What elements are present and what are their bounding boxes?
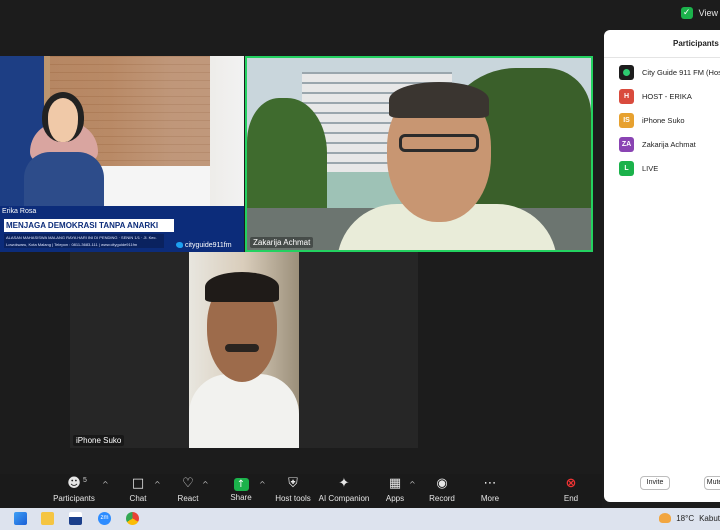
participants-button[interactable]: ☻ 5 ^ Participants <box>42 476 109 506</box>
participant-name: Zakarija Achmat <box>642 139 696 149</box>
avatar: IS <box>619 112 634 128</box>
heart-icon: ♡ <box>182 476 194 491</box>
participant-name: iPhone Suko <box>642 115 685 125</box>
end-x-icon: ⊗ <box>565 476 577 491</box>
participant-name: HOST - ERIKA <box>642 91 692 101</box>
participants-label: Participants <box>53 494 95 503</box>
view-label: View <box>698 8 718 18</box>
twitter-icon <box>176 242 183 248</box>
zoom-icon[interactable]: zm <box>98 512 111 525</box>
app-icon[interactable] <box>69 512 82 525</box>
presenter-video <box>24 92 104 216</box>
file-explorer-icon[interactable] <box>41 512 54 525</box>
avatar: L <box>619 160 634 176</box>
participant-row[interactable]: L LIVE <box>604 156 720 180</box>
meeting-toolbar: ☻ 5 ^ Participants □ ^ Chat ♡ ^ React ↑ … <box>0 474 602 508</box>
video-tile-city-guide[interactable]: Erika Rosa MENJAGA DEMOKRASI TANPA ANARK… <box>0 56 244 252</box>
presenter-name: Erika Rosa <box>2 208 37 215</box>
temperature: 18°C <box>676 513 695 523</box>
invite-button[interactable]: Invite <box>640 476 670 490</box>
end-meeting-button[interactable]: ⊗ End <box>539 476 603 506</box>
handle-text: cityguide911fm <box>185 242 232 249</box>
weather-condition: Kabut <box>699 513 720 523</box>
speaker-video <box>337 82 557 250</box>
windows-taskbar: zm 18°C Kabut <box>0 508 720 530</box>
shield-icon: ⛨ <box>288 476 298 491</box>
participant-row[interactable]: ZA Zakarija Achmat <box>604 132 720 156</box>
apps-grid-icon: ▦ <box>388 476 402 491</box>
weather-icon <box>659 513 672 523</box>
panel-actions: Invite Mute all <box>604 476 720 492</box>
end-label: End <box>563 494 579 503</box>
broadcast-headline: MENJAGA DEMOKRASI TANPA ANARKI <box>4 219 174 232</box>
record-icon: ◉ <box>436 476 448 491</box>
social-handle: cityguide911fm <box>176 242 232 249</box>
avatar: H <box>619 88 634 104</box>
more-label: More <box>480 494 500 503</box>
participant-row[interactable]: City Guide 911 FM (Host) <box>604 60 720 84</box>
explorer-window-icon[interactable] <box>14 512 27 525</box>
participant-name-label: Zakarija Achmat <box>250 237 314 248</box>
share-screen-icon: ↑ <box>233 478 249 491</box>
top-bar: ✓ View <box>0 0 720 26</box>
phone-camera-feed <box>189 252 299 448</box>
avatar: ZA <box>619 136 634 152</box>
mute-all-button[interactable]: Mute all <box>704 476 720 490</box>
chevron-up-icon[interactable]: ^ <box>202 480 209 489</box>
view-button[interactable]: ✓ View <box>680 4 720 22</box>
weather-widget[interactable]: 18°C Kabut <box>659 513 720 523</box>
tree-left <box>247 98 327 208</box>
participant-name: City Guide 911 FM (Host) <box>642 67 720 77</box>
studio-desk <box>100 166 210 210</box>
chrome-icon[interactable] <box>126 512 139 525</box>
participant-count: 5 <box>83 477 87 484</box>
more-dots-icon: ⋯ <box>483 476 497 491</box>
participant-name-label: iPhone Suko <box>73 435 125 446</box>
zoom-meeting-window: ✓ View Erika Rosa MENJAGA DEMOKRASI TANP… <box>0 0 720 530</box>
participant-row[interactable]: H HOST - ERIKA <box>604 84 720 108</box>
avatar <box>619 64 634 80</box>
video-tile-zakarija-achmat[interactable]: Zakarija Achmat <box>245 56 593 252</box>
video-tile-iphone-suko[interactable]: iPhone Suko <box>70 252 418 448</box>
broadcast-ticker: ALASAN MAHASISWA MALANG RAYA HARI INI DI… <box>4 234 164 248</box>
people-icon: ☻ <box>67 476 81 491</box>
participant-row[interactable]: IS iPhone Suko <box>604 108 720 132</box>
sparkle-icon: ✦ <box>338 476 350 491</box>
participants-panel: Participants (5) City Guide 911 FM (Host… <box>604 30 720 502</box>
panel-title: Participants (5) <box>604 30 720 58</box>
more-button[interactable]: ⋯ More <box>458 476 522 506</box>
video-stage: Erika Rosa MENJAGA DEMOKRASI TANPA ANARK… <box>0 26 602 474</box>
shield-check-icon: ✓ <box>680 7 693 19</box>
chat-icon: □ <box>131 476 145 491</box>
participant-name: LIVE <box>642 163 659 173</box>
